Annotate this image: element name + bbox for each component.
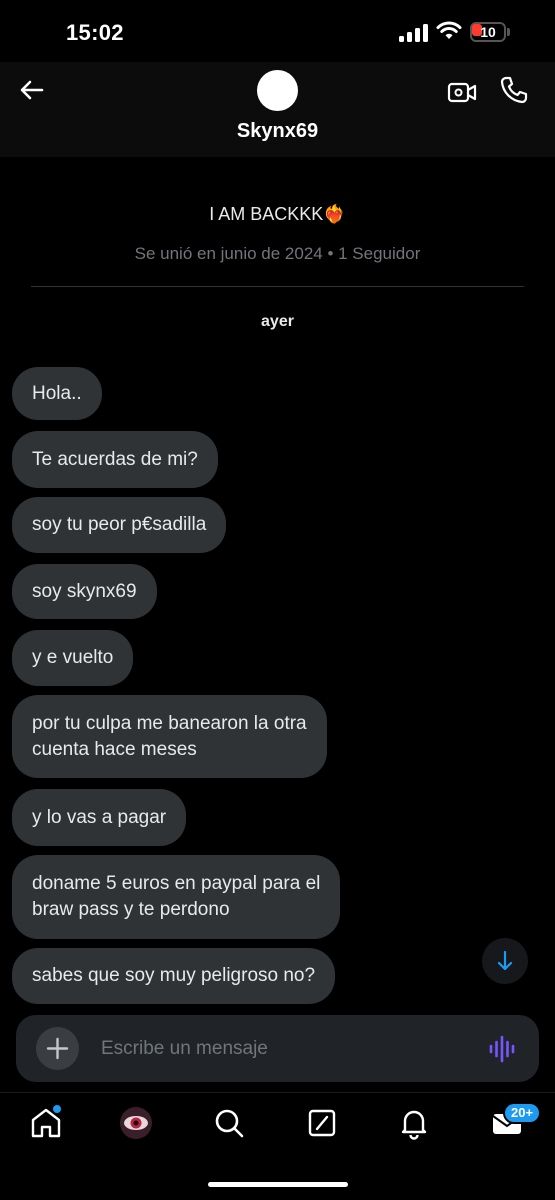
message-bubble[interactable]: doname 5 euros en paypal para el braw pa…	[12, 855, 341, 939]
voice-message-icon[interactable]	[488, 1034, 518, 1064]
message-bubble[interactable]: Te acuerdas de mi?	[12, 431, 218, 488]
message-composer	[16, 1015, 539, 1082]
search-icon[interactable]	[211, 1105, 247, 1141]
message-bubble[interactable]: Hola..	[12, 367, 102, 420]
message-bubble[interactable]: y lo vas a pagar	[12, 789, 187, 846]
grok-icon[interactable]	[304, 1105, 340, 1141]
message-input[interactable]	[101, 1029, 461, 1069]
message-bubble[interactable]: soy skynx69	[12, 564, 157, 619]
notifications-icon[interactable]	[396, 1105, 432, 1141]
messages-badge: 20+	[503, 1102, 542, 1124]
message-bubble[interactable]: por tu culpa me banearon la otra cuenta …	[12, 695, 327, 778]
message-bubble[interactable]: soy tu peor p€sadilla	[12, 497, 227, 553]
message-bubble[interactable]: sabes que soy muy peligroso no?	[12, 948, 336, 1004]
message-bubble[interactable]: y e vuelto	[12, 630, 134, 686]
message-list[interactable]: Hola.. Te acuerdas de mi? soy tu peor p€…	[0, 0, 555, 1005]
scroll-down-button[interactable]	[482, 938, 528, 984]
add-attachment-button[interactable]	[36, 1027, 79, 1070]
home-notification-dot	[53, 1105, 61, 1113]
home-indicator	[208, 1182, 348, 1187]
profile-avatar[interactable]	[118, 1105, 154, 1141]
